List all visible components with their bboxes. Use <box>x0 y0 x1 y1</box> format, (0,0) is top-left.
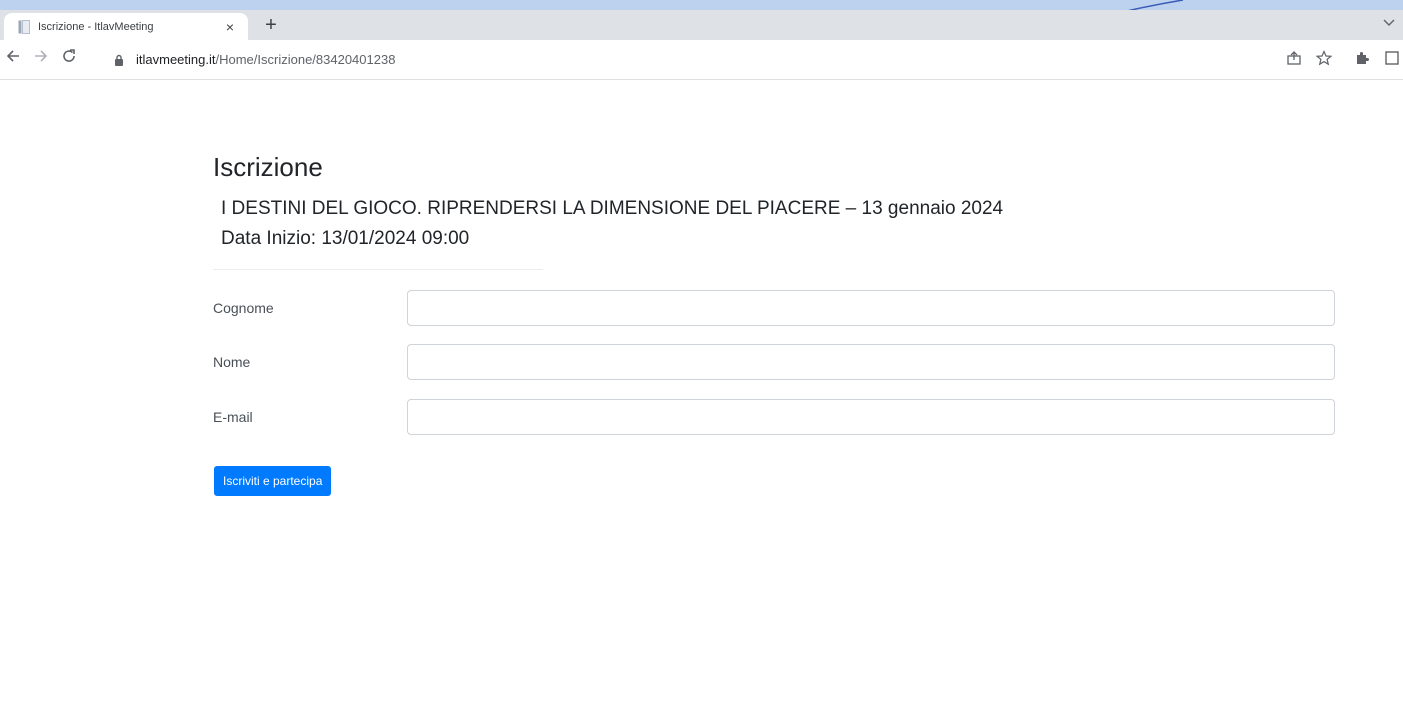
sidebar-icon[interactable] <box>1383 50 1401 68</box>
nome-label: Nome <box>213 354 251 370</box>
tab-strip: Iscrizione - ItlavMeeting × + <box>0 10 1403 40</box>
browser-toolbar: itlavmeeting.it/Home/Iscrizione/83420401… <box>0 40 1403 80</box>
email-row: E-mail <box>213 399 1337 437</box>
new-tab-button[interactable]: + <box>258 13 284 39</box>
tab-iscrizione[interactable]: Iscrizione - ItlavMeeting × <box>4 13 248 40</box>
page-favicon-icon <box>18 19 30 34</box>
reload-icon[interactable] <box>58 48 80 70</box>
page-title: Iscrizione <box>213 152 323 182</box>
page-content: Iscrizione I DESTINI DEL GIOCO. RIPRENDE… <box>0 80 1403 727</box>
url-path: /Home/Iscrizione/83420401238 <box>215 51 396 67</box>
lock-icon[interactable] <box>114 53 124 66</box>
event-start-date: Data Inizio: 13/01/2024 09:00 <box>221 228 470 249</box>
back-arrow-icon[interactable] <box>2 48 24 70</box>
cognome-row: Cognome <box>213 290 1337 328</box>
star-icon[interactable] <box>1315 50 1333 68</box>
cognome-input[interactable] <box>407 290 1335 326</box>
address-bar[interactable]: itlavmeeting.it/Home/Iscrizione/83420401… <box>100 45 1260 73</box>
url-host: itlavmeeting.it <box>136 51 216 67</box>
forward-arrow-icon[interactable] <box>30 48 52 70</box>
nome-row: Nome <box>213 344 1337 382</box>
event-title: I DESTINI DEL GIOCO. RIPRENDERSI LA DIME… <box>221 198 1004 219</box>
chevron-down-icon[interactable] <box>1383 16 1395 30</box>
email-label: E-mail <box>213 409 253 425</box>
nome-input[interactable] <box>407 344 1335 380</box>
tab-title: Iscrizione - ItlavMeeting <box>38 20 154 33</box>
browser-window: Iscrizione - ItlavMeeting × + itlavmeeti… <box>0 10 1403 727</box>
extensions-icon[interactable] <box>1353 50 1371 68</box>
close-tab-icon[interactable]: × <box>218 19 242 35</box>
share-icon[interactable] <box>1285 50 1303 68</box>
header-divider <box>213 269 543 270</box>
iscriviti-button[interactable]: Iscriviti e partecipa <box>214 466 332 496</box>
email-input[interactable] <box>407 399 1335 435</box>
cognome-label: Cognome <box>213 300 274 316</box>
